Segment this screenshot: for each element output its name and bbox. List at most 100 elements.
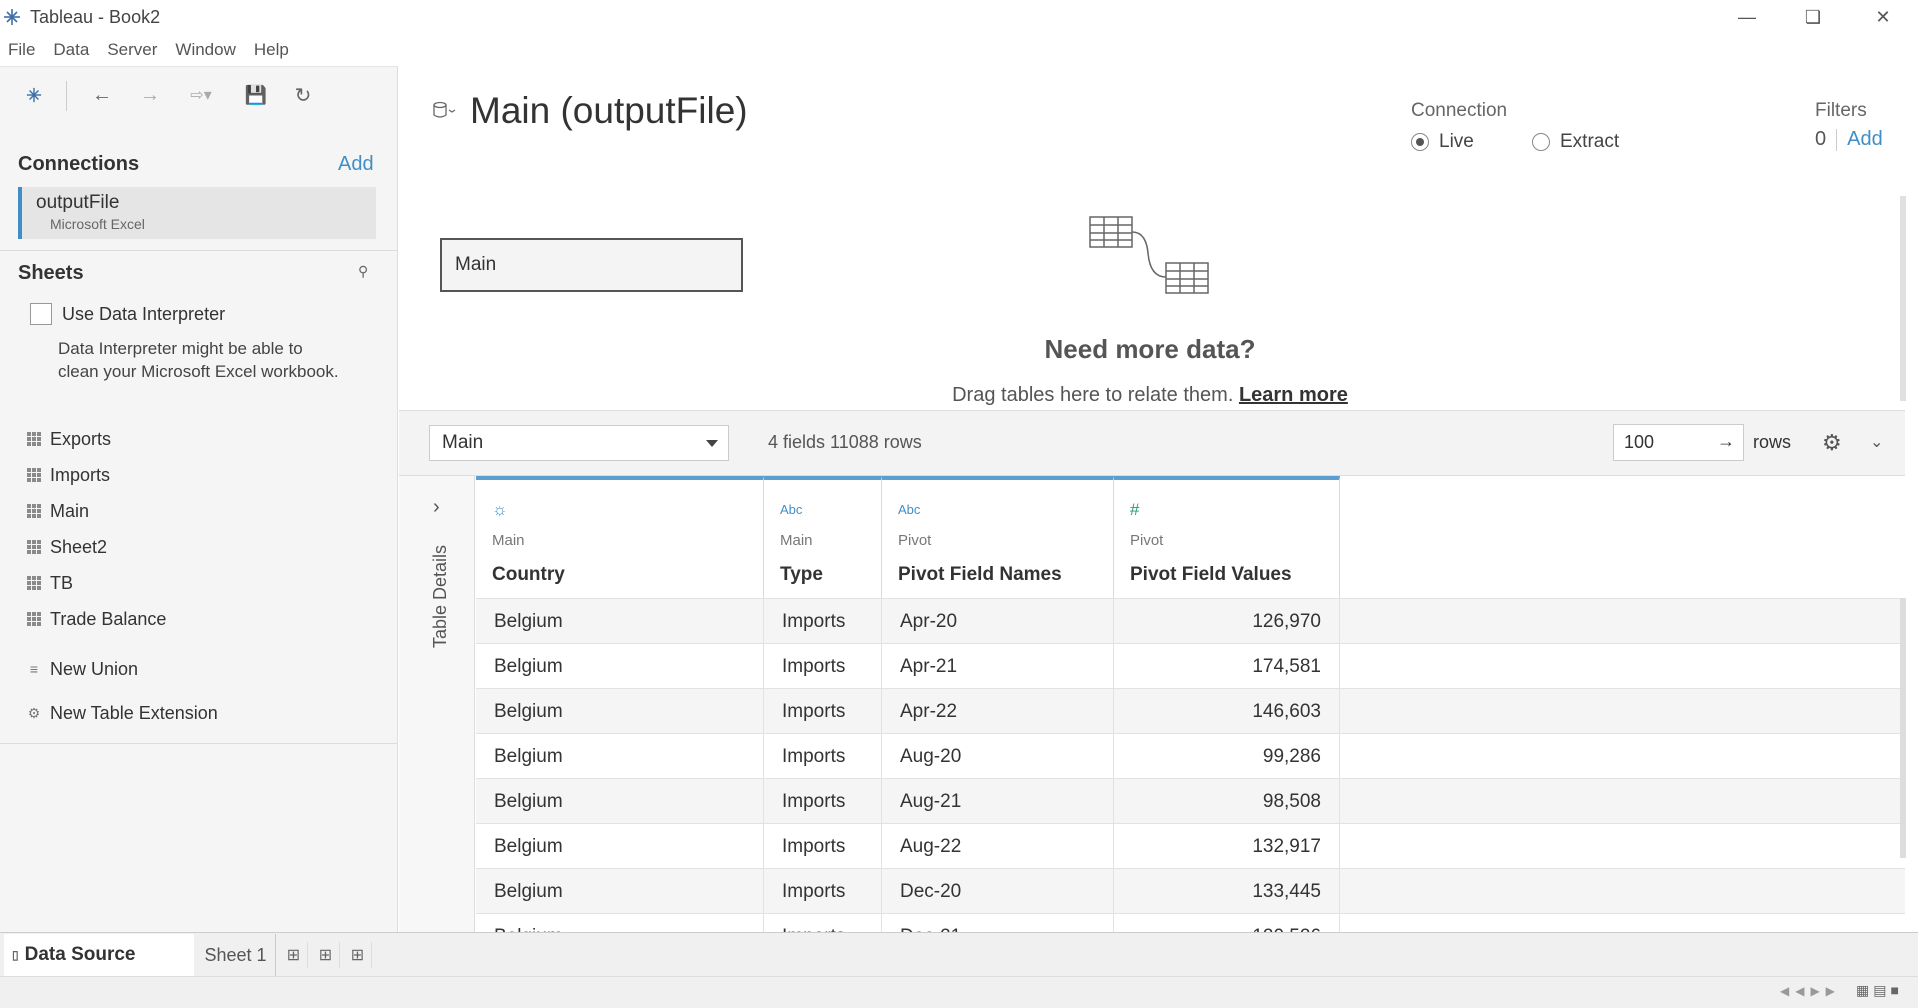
table-icon bbox=[26, 611, 42, 627]
grid-scrollbar[interactable] bbox=[1900, 598, 1906, 858]
new-table-extension-item[interactable]: ⚙ New Table Extension bbox=[26, 699, 218, 727]
close-button[interactable]: ✕ bbox=[1848, 0, 1918, 34]
drag-tables-text: Drag tables here to relate them. bbox=[952, 384, 1234, 406]
sheet-item-main[interactable]: Main bbox=[26, 497, 89, 525]
abc-icon[interactable]: Abc bbox=[898, 502, 920, 517]
cell-pivot-value: 98,508 bbox=[1114, 779, 1340, 824]
column-name: Type bbox=[780, 564, 823, 585]
tableau-logo-icon bbox=[4, 9, 20, 25]
canvas-scrollbar[interactable] bbox=[1900, 196, 1906, 401]
sheet-item-tb[interactable]: TB bbox=[26, 569, 73, 597]
restore-button[interactable]: ❏ bbox=[1778, 0, 1848, 34]
forward-icon[interactable]: → bbox=[136, 83, 164, 107]
sheet-navigation-icons[interactable]: ◀◀▶▶ bbox=[1780, 984, 1841, 998]
canvas-table-main[interactable]: Main bbox=[440, 238, 743, 292]
tab-data-source[interactable]: ▯ Data Source bbox=[4, 934, 194, 976]
chevron-down-icon[interactable]: ⌄ bbox=[1870, 432, 1883, 452]
extract-radio[interactable] bbox=[1532, 133, 1550, 151]
column-source: Pivot bbox=[898, 532, 932, 549]
menu-help[interactable]: Help bbox=[254, 40, 289, 60]
live-label: Live bbox=[1439, 131, 1474, 152]
data-interpreter-checkbox[interactable] bbox=[30, 303, 52, 325]
menu-file[interactable]: File bbox=[8, 40, 35, 60]
filters-row: 0 Add bbox=[1815, 128, 1883, 151]
table-select-value: Main bbox=[442, 432, 484, 453]
section-divider bbox=[0, 743, 398, 744]
redo-dropdown-icon[interactable]: ⇨▾ bbox=[182, 83, 220, 107]
learn-more-link[interactable]: Learn more bbox=[1239, 384, 1348, 406]
sheet-item-trade-balance[interactable]: Trade Balance bbox=[26, 605, 166, 633]
datasource-title[interactable]: Main (outputFile) bbox=[470, 90, 748, 132]
chevron-down-icon bbox=[706, 440, 718, 447]
new-union-item[interactable]: ≡ New Union bbox=[26, 655, 138, 683]
add-connection-link[interactable]: Add bbox=[338, 153, 374, 176]
view-mode-icons[interactable]: ▦▤■ bbox=[1856, 982, 1903, 999]
number-icon[interactable]: # bbox=[1130, 500, 1139, 520]
new-worksheet-icon[interactable]: ⊞ bbox=[280, 942, 308, 968]
table-row: Belgium Imports Aug-21 98,508 bbox=[476, 778, 1905, 824]
table-select-dropdown[interactable]: Main bbox=[429, 425, 729, 461]
rows-input[interactable]: 100 → bbox=[1613, 424, 1744, 461]
table-row: Belgium Imports Apr-21 174,581 bbox=[476, 643, 1905, 689]
menu-server[interactable]: Server bbox=[107, 40, 157, 60]
table-icon bbox=[26, 539, 42, 555]
sheet-item-label: Trade Balance bbox=[50, 608, 167, 629]
datasource-icon[interactable] bbox=[432, 100, 456, 122]
tab-sheet-1[interactable]: Sheet 1 bbox=[196, 934, 276, 976]
column-source: Pivot bbox=[1130, 532, 1164, 549]
back-icon[interactable]: ← bbox=[88, 83, 116, 107]
cell-pivot-value: 99,286 bbox=[1114, 734, 1340, 779]
sheet-item-sheet2[interactable]: Sheet2 bbox=[26, 533, 107, 561]
connection-item[interactable]: outputFile Microsoft Excel bbox=[18, 187, 376, 239]
connection-name: outputFile bbox=[36, 192, 120, 213]
filters-label: Filters bbox=[1815, 100, 1867, 121]
left-pane: ← → ⇨▾ 💾 ↻ Connections Add outputFile Mi… bbox=[0, 66, 398, 932]
add-filter-link[interactable]: Add bbox=[1847, 128, 1883, 151]
fields-rows-info: 4 fields 11088 rows bbox=[768, 432, 922, 452]
restore-icon: ❏ bbox=[1804, 6, 1822, 27]
menu-window[interactable]: Window bbox=[175, 40, 235, 60]
globe-icon[interactable]: ☼ bbox=[492, 500, 508, 520]
live-radio[interactable] bbox=[1411, 133, 1429, 151]
rows-input-value: 100 bbox=[1624, 432, 1655, 452]
extract-option[interactable]: Extract bbox=[1532, 131, 1619, 153]
expand-details-icon[interactable]: › bbox=[433, 496, 440, 519]
cell-type: Imports bbox=[764, 599, 882, 644]
sheet-item-exports[interactable]: Exports bbox=[26, 425, 111, 453]
column-source: Main bbox=[492, 532, 525, 549]
cell-pivot-name: Apr-21 bbox=[882, 644, 1114, 689]
cell-pivot-name: Aug-20 bbox=[882, 734, 1114, 779]
data-interpreter-row: Use Data Interpreter bbox=[30, 303, 225, 325]
column-header-pivot-field-names[interactable]: Abc Pivot Pivot Field Names bbox=[882, 476, 1114, 598]
gear-icon[interactable]: ⚙ bbox=[1822, 430, 1842, 456]
section-divider bbox=[0, 250, 398, 251]
cell-pivot-value: 174,581 bbox=[1114, 644, 1340, 689]
table-row: Belgium Imports Dec-21 120,526 bbox=[476, 913, 1905, 932]
cell-country: Belgium bbox=[476, 779, 764, 824]
menu-data[interactable]: Data bbox=[53, 40, 89, 60]
cell-pivot-value: 120,526 bbox=[1114, 914, 1340, 932]
live-option[interactable]: Live bbox=[1411, 131, 1474, 153]
column-header-country[interactable]: ☼ Main Country bbox=[476, 476, 764, 598]
extract-label: Extract bbox=[1560, 131, 1620, 152]
new-story-icon[interactable]: ⊞ bbox=[344, 942, 372, 968]
cell-pivot-name: Apr-20 bbox=[882, 599, 1114, 644]
column-header-type[interactable]: Abc Main Type bbox=[764, 476, 882, 598]
relate-tables-icon bbox=[1089, 216, 1209, 294]
new-dashboard-icon[interactable]: ⊞ bbox=[312, 942, 340, 968]
column-source: Main bbox=[780, 532, 813, 549]
arrow-right-icon[interactable]: → bbox=[1717, 431, 1735, 452]
refresh-icon[interactable]: ↻ bbox=[289, 83, 317, 107]
save-icon[interactable]: 💾 bbox=[242, 83, 270, 107]
table-row: Belgium Imports Apr-20 126,970 bbox=[476, 598, 1905, 644]
minimize-button[interactable]: — bbox=[1712, 0, 1782, 34]
table-details-label[interactable]: Table Details bbox=[430, 545, 451, 648]
cell-type: Imports bbox=[764, 689, 882, 734]
column-header-pivot-field-values[interactable]: # Pivot Pivot Field Values bbox=[1114, 476, 1340, 598]
data-grid: ☼ Main Country Abc Main Type Abc Pivot P… bbox=[476, 476, 1905, 932]
sheet-item-imports[interactable]: Imports bbox=[26, 461, 110, 489]
abc-icon[interactable]: Abc bbox=[780, 502, 802, 517]
search-sheets-icon[interactable]: ⚲ bbox=[358, 263, 368, 280]
data-interpreter-label: Use Data Interpreter bbox=[62, 303, 226, 324]
tableau-home-icon[interactable] bbox=[20, 83, 48, 107]
